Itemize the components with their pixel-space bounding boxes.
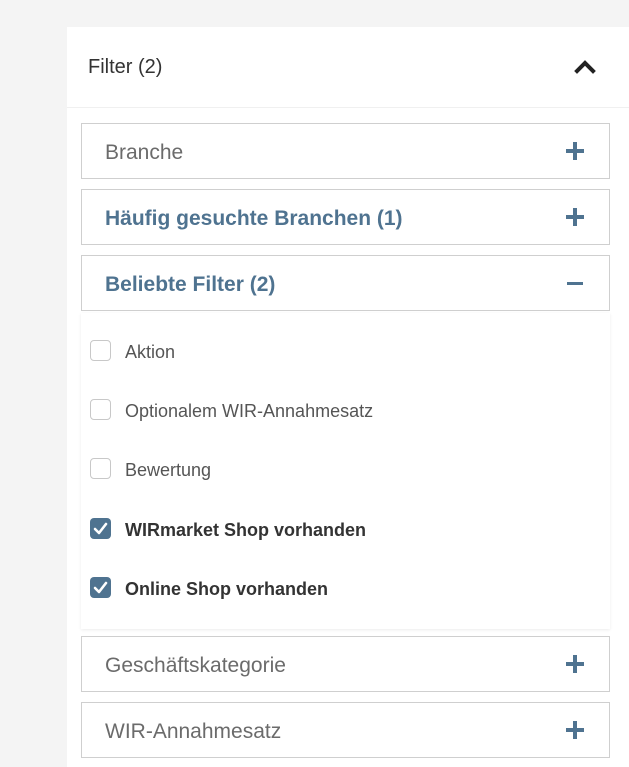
section-label: Beliebte Filter (2) [105,273,276,296]
checkmark-icon [93,522,108,535]
plus-icon[interactable] [566,208,584,226]
section-branche[interactable]: Branche [81,123,610,179]
option-label: Bewertung [125,460,212,480]
section-label: Häufig gesuchte Branchen (1) [105,207,403,230]
filter-panel: Filter (2) Branche Häufig gesuchte Branc… [67,27,629,767]
option-label: WIRmarket Shop vorhanden [125,520,367,540]
filter-header[interactable]: Filter (2) [67,27,629,108]
option-label: Aktion [125,342,176,362]
plus-icon[interactable] [566,721,584,739]
option-online-shop-vorhanden[interactable]: Online Shop vorhanden [90,575,590,605]
checkbox-unchecked[interactable] [90,340,111,361]
checkbox-unchecked[interactable] [90,399,111,420]
option-label: Optionalem WIR-Annahmesatz [125,401,374,421]
checkbox-unchecked[interactable] [90,458,111,479]
option-aktion[interactable]: Aktion [90,338,590,368]
section-label: Geschäftskategorie [105,654,286,677]
checkbox-checked[interactable] [90,518,111,539]
checkmark-icon [93,581,108,594]
plus-icon[interactable] [566,655,584,673]
chevron-up-icon[interactable] [574,60,596,74]
section-beliebte-filter[interactable]: Beliebte Filter (2) [81,255,610,311]
option-wirmarket-shop-vorhanden[interactable]: WIRmarket Shop vorhanden [90,516,590,546]
beliebte-filter-options: Aktion Optionalem WIR-Annahmesatz Bewert… [81,313,610,629]
section-label: WIR-Annahmesatz [105,720,282,743]
minus-icon[interactable] [566,274,584,292]
option-bewertung[interactable]: Bewertung [90,456,590,486]
option-optionalem-wir-annahmesatz[interactable]: Optionalem WIR-Annahmesatz [90,397,590,427]
plus-icon[interactable] [566,142,584,160]
checkbox-checked[interactable] [90,577,111,598]
filter-title: Filter (2) [88,56,163,78]
section-label: Branche [105,141,184,164]
section-wir-annahmesatz[interactable]: WIR-Annahmesatz [81,702,610,758]
option-label: Online Shop vorhanden [125,579,329,599]
section-haeufig-gesuchte-branchen[interactable]: Häufig gesuchte Branchen (1) [81,189,610,245]
section-geschaeftskategorie[interactable]: Geschäftskategorie [81,636,610,692]
